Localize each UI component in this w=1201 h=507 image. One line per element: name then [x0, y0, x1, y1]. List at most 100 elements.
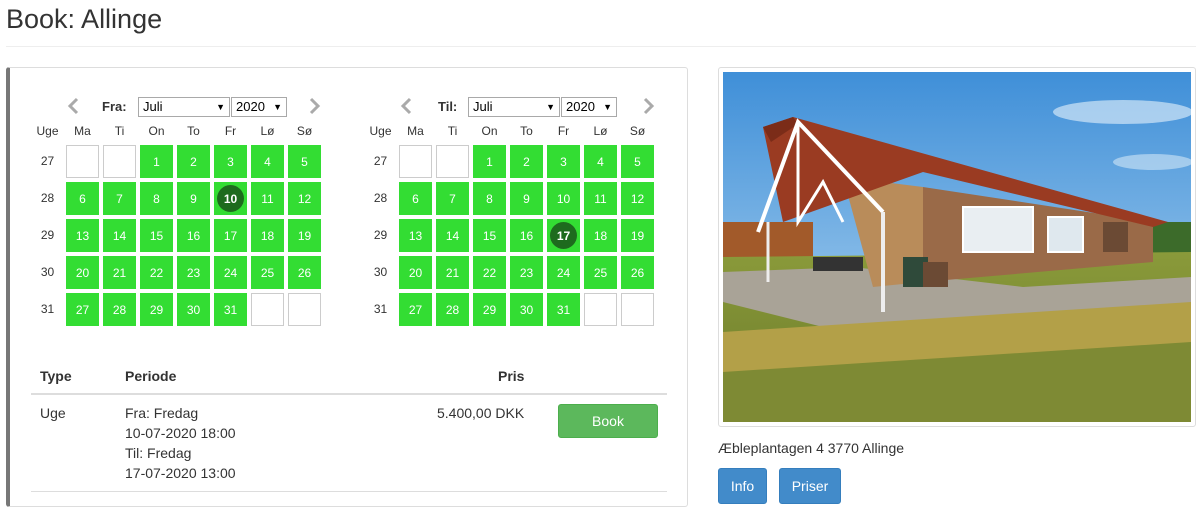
calendar-day[interactable]: 10 [547, 182, 580, 215]
calendar-day[interactable]: 5 [288, 145, 321, 178]
calendar-day[interactable]: 6 [399, 182, 432, 215]
calendar-day[interactable]: 15 [473, 219, 506, 252]
calendar-day-number: 27 [75, 302, 90, 317]
calendar-day[interactable]: 5 [621, 145, 654, 178]
calendar-day[interactable]: 7 [103, 182, 136, 215]
calendar-day[interactable]: 28 [436, 293, 469, 326]
dropdown-caret-icon: ▼ [603, 102, 612, 112]
calendar-day[interactable]: 27 [66, 293, 99, 326]
table-row-divider [31, 491, 667, 492]
calendar-day-number: 29 [482, 302, 497, 317]
calendar-day[interactable]: 8 [473, 182, 506, 215]
calendar-day[interactable]: 12 [288, 182, 321, 215]
calendar-day[interactable]: 4 [584, 145, 617, 178]
calendar-day[interactable]: 28 [103, 293, 136, 326]
calendar-day[interactable]: 30 [510, 293, 543, 326]
calendar-day[interactable]: 25 [584, 256, 617, 289]
table-header-period: Periode [125, 368, 177, 384]
calendar-day[interactable]: 16 [510, 219, 543, 252]
calendar-day-number: 13 [75, 228, 90, 243]
calendar-day[interactable]: 23 [177, 256, 210, 289]
calendar-day[interactable]: 2 [510, 145, 543, 178]
calendar-day[interactable]: 14 [103, 219, 136, 252]
calendar-day-number: 19 [630, 228, 645, 243]
calendar-day[interactable]: 12 [621, 182, 654, 215]
calendar-day[interactable]: 11 [251, 182, 284, 215]
calendar-day[interactable]: 22 [140, 256, 173, 289]
from-year-select[interactable]: 2020 ▼ [231, 97, 287, 117]
calendar-day-number: 23 [186, 265, 201, 280]
calendar-day[interactable]: 13 [66, 219, 99, 252]
calendar-day[interactable]: 19 [288, 219, 321, 252]
calendar-day[interactable]: 16 [177, 219, 210, 252]
calendar-day[interactable]: 15 [140, 219, 173, 252]
calendar-day[interactable]: 29 [140, 293, 173, 326]
calendar-day[interactable]: 25 [251, 256, 284, 289]
week-number: 27 [373, 154, 388, 168]
calendar-day[interactable]: 31 [547, 293, 580, 326]
weekday-header: Ma [407, 124, 424, 138]
calendar-day-selected[interactable]: 17 [547, 219, 580, 252]
book-button[interactable]: Book [558, 404, 658, 438]
weekday-header: Ti [114, 124, 125, 138]
calendar-day[interactable]: 27 [399, 293, 432, 326]
calendar-day[interactable]: 8 [140, 182, 173, 215]
calendar-day[interactable]: 9 [177, 182, 210, 215]
from-month-select[interactable]: Juli ▼ [138, 97, 230, 117]
table-header-price: Pris [498, 368, 525, 384]
next-month-icon[interactable] [307, 97, 321, 115]
calendar-day-number: 18 [260, 228, 275, 243]
calendar-day[interactable]: 3 [547, 145, 580, 178]
property-photo [718, 67, 1196, 427]
calendar-day[interactable]: 22 [473, 256, 506, 289]
calendar-day[interactable]: 26 [288, 256, 321, 289]
calendar-day[interactable]: 7 [436, 182, 469, 215]
to-year-value: 2020 [566, 99, 595, 114]
calendar-day[interactable]: 4 [251, 145, 284, 178]
calendar-day[interactable]: 11 [584, 182, 617, 215]
calendar-day-selected[interactable]: 10 [214, 182, 247, 215]
calendar-day-number: 20 [408, 265, 423, 280]
calendar-day[interactable]: 14 [436, 219, 469, 252]
calendar-day[interactable]: 31 [214, 293, 247, 326]
to-month-select[interactable]: Juli ▼ [468, 97, 560, 117]
calendar-day-number: 15 [149, 228, 164, 243]
calendar-day[interactable]: 26 [621, 256, 654, 289]
prev-month-icon[interactable] [400, 97, 414, 115]
calendar-day-number: 8 [486, 191, 493, 206]
calendar-empty-cell [584, 293, 617, 326]
calendar-day[interactable]: 21 [436, 256, 469, 289]
calendar-day[interactable]: 3 [214, 145, 247, 178]
calendar-day-number: 2 [523, 154, 530, 169]
calendar-day[interactable]: 6 [66, 182, 99, 215]
calendar-day[interactable]: 20 [399, 256, 432, 289]
calendar-day[interactable]: 24 [547, 256, 580, 289]
calendar-day[interactable]: 17 [214, 219, 247, 252]
next-month-icon[interactable] [641, 97, 655, 115]
calendar-day[interactable]: 23 [510, 256, 543, 289]
calendar-day[interactable]: 2 [177, 145, 210, 178]
calendar-day-number: 24 [556, 265, 571, 280]
calendar-day[interactable]: 30 [177, 293, 210, 326]
calendar-day[interactable]: 24 [214, 256, 247, 289]
calendar-day[interactable]: 13 [399, 219, 432, 252]
period-from-datetime: 10-07-2020 18:00 [125, 425, 236, 441]
calendar-day[interactable]: 20 [66, 256, 99, 289]
to-year-select[interactable]: 2020 ▼ [561, 97, 617, 117]
dropdown-caret-icon: ▼ [216, 102, 225, 112]
prices-button[interactable]: Priser [779, 468, 841, 504]
weekday-header: Sø [296, 124, 313, 138]
calendar-day-number: 9 [523, 191, 530, 206]
calendar-day[interactable]: 9 [510, 182, 543, 215]
calendar-day[interactable]: 1 [140, 145, 173, 178]
weekday-header: Lø [260, 124, 275, 138]
calendar-day[interactable]: 19 [621, 219, 654, 252]
calendar-day[interactable]: 18 [584, 219, 617, 252]
calendar-day[interactable]: 1 [473, 145, 506, 178]
calendar-day[interactable]: 18 [251, 219, 284, 252]
calendar-day[interactable]: 29 [473, 293, 506, 326]
calendar-day[interactable]: 21 [103, 256, 136, 289]
info-button[interactable]: Info [718, 468, 767, 504]
calendar-day-number: 19 [297, 228, 312, 243]
prev-month-icon[interactable] [67, 97, 81, 115]
